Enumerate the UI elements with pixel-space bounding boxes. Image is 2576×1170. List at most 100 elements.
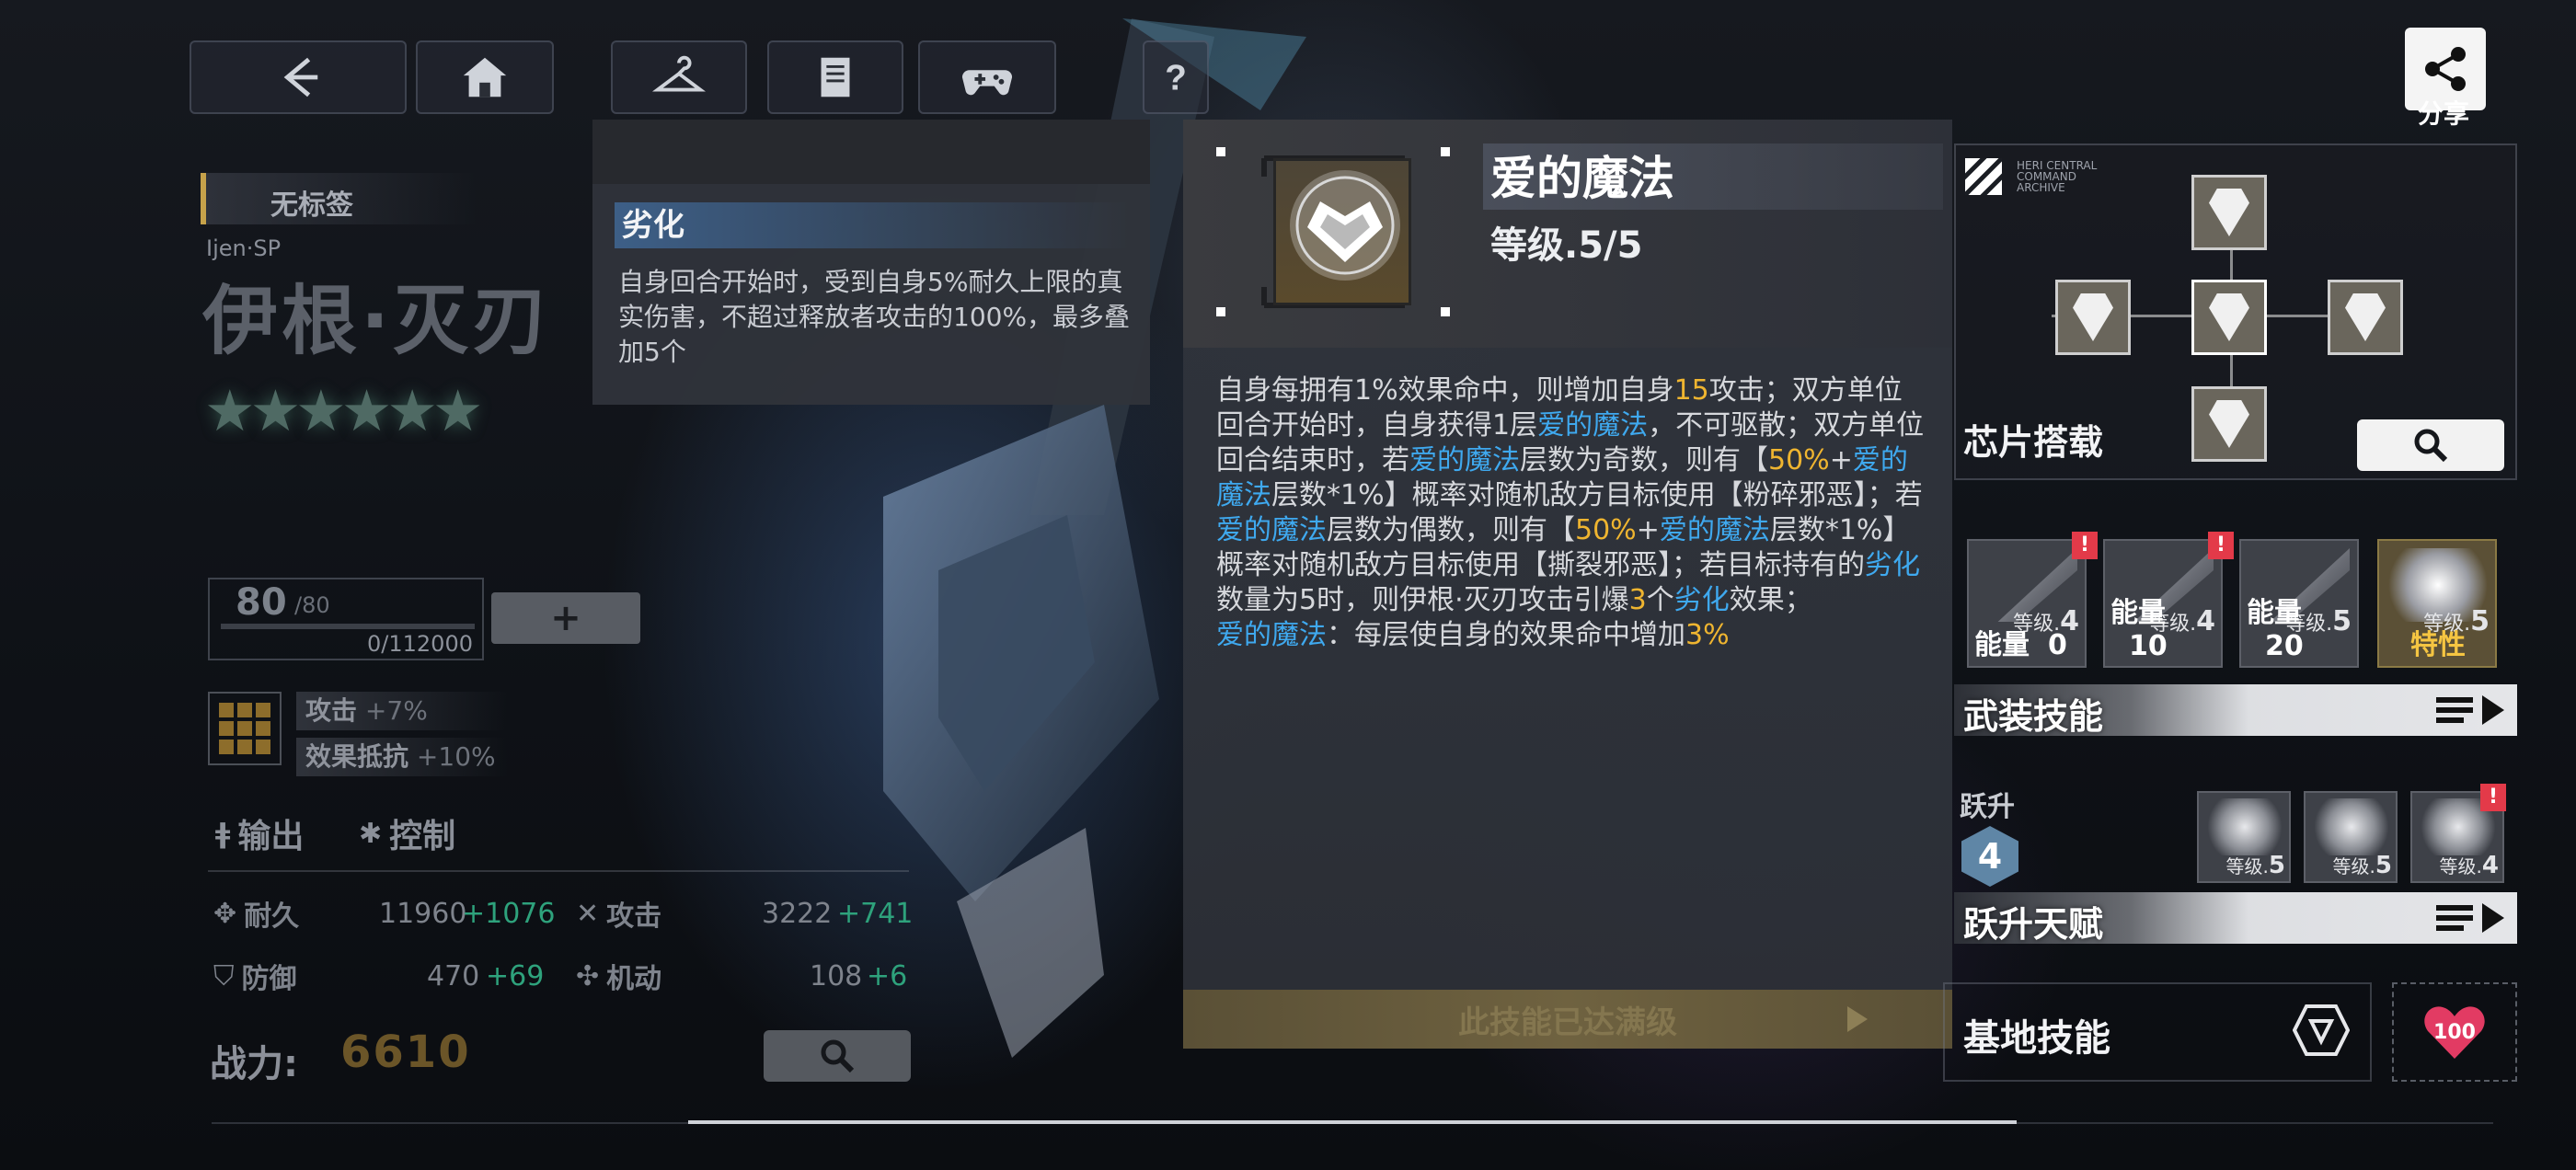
tooltip-title: 劣化 xyxy=(615,202,1130,248)
hexagon-icon[interactable] xyxy=(2293,1004,2350,1056)
ascension-label: 跃升 xyxy=(1960,791,2015,823)
alert-badge: ! xyxy=(2208,532,2234,559)
keyword-highlight[interactable]: 爱的魔法 xyxy=(1216,619,1327,651)
question-icon: ? xyxy=(1165,59,1187,98)
heart-icon: 100 xyxy=(2424,1005,2485,1059)
back-arrow-icon xyxy=(283,57,318,98)
chip-slot-bottom[interactable] xyxy=(2191,386,2267,462)
magnifier-icon xyxy=(2414,429,2448,463)
skill-card-energy: 能量 0 xyxy=(1974,629,2067,661)
desc-text: 层数*1%】概率对随机敌方目标使用【粉碎邪恶】；若 xyxy=(1271,479,1923,511)
chip-slot-left[interactable] xyxy=(2055,280,2131,355)
skill-description: 自身每拥有1%效果命中，则增加自身15攻击；双方单位回合开始时，自身获得1层爱的… xyxy=(1216,373,1926,653)
chip-zoom-button[interactable] xyxy=(2357,419,2504,471)
stat-mobility: ✣ 机动 108 +6 xyxy=(576,953,911,999)
home-button[interactable] xyxy=(416,40,554,114)
trait-card[interactable]: 等级.5 特性 xyxy=(2377,539,2497,668)
tooltip-text: 自身回合开始时，受到自身5%耐久上限的真实伤害，不超过释放者攻击的100%，最多… xyxy=(618,267,1131,367)
archive-button[interactable] xyxy=(767,40,903,114)
detail-zoom-button[interactable] xyxy=(764,1030,911,1082)
tag-row[interactable]: 无标签 xyxy=(201,173,477,224)
mob-add: +6 xyxy=(867,959,908,992)
level-up-button[interactable]: + xyxy=(491,592,640,644)
chip-slot-right[interactable] xyxy=(2328,280,2403,355)
pin-icon: ǂ xyxy=(215,817,231,850)
skill-card-3[interactable]: 等级.5 能量20 xyxy=(2239,539,2359,668)
stripe-icon xyxy=(1965,158,2002,195)
svg-text:?: ? xyxy=(1165,59,1187,98)
desc-text: 层数为偶数，则有【 xyxy=(1327,514,1575,546)
shield-icon xyxy=(2209,400,2249,448)
ascension-card-2[interactable]: 等级.5 xyxy=(2304,791,2398,883)
character-code: Ijen·SP xyxy=(206,235,282,261)
magnifier-icon xyxy=(821,1039,855,1073)
armed-skills-bar[interactable]: 武装技能 xyxy=(1954,684,2517,737)
atk-value: 3222 xyxy=(762,897,833,930)
desc-text: 数量为5时，则伊根·灭刃攻击引爆 xyxy=(1216,584,1629,616)
desc-text: ：每层使自身的效果命中增加 xyxy=(1327,619,1685,651)
mob-value: 108 xyxy=(810,959,863,992)
number-highlight: 3% xyxy=(1685,619,1730,651)
debuff-tooltip: 劣化 自身回合开始时，受到自身5%耐久上限的真实伤害，不超过释放者攻击的100%… xyxy=(592,120,1150,405)
bottom-scroll-thumb[interactable] xyxy=(688,1120,2017,1124)
keyword-highlight[interactable]: 爱的魔法 xyxy=(1537,409,1648,442)
chip-slot-top[interactable] xyxy=(2191,175,2267,250)
hp-icon: ✥ xyxy=(213,897,237,930)
skill-card-energy: 能量20 xyxy=(2247,597,2304,662)
back-button[interactable] xyxy=(190,40,407,114)
affection-box[interactable]: 100 xyxy=(2392,982,2517,1082)
heart-shield-icon xyxy=(1290,170,1400,281)
ascension-talent-bar[interactable]: 跃升天赋 xyxy=(1954,892,2517,945)
role-control: ✱ 控制 xyxy=(359,809,455,857)
home-icon xyxy=(463,57,507,98)
grid-icon xyxy=(208,692,282,765)
max-level-label: 此技能已达满级 xyxy=(1458,1004,1677,1041)
ascension-level: 4 xyxy=(1961,826,2018,887)
bonus-resist-label: 效果抵抗 xyxy=(305,741,409,772)
ascension-card-level: 等级.5 xyxy=(2225,852,2285,879)
def-value: 470 xyxy=(427,959,480,992)
play-arrow-icon xyxy=(1847,1006,1868,1032)
stat-def: ⛉ 防御 470 +69 xyxy=(213,953,544,999)
share-label: 分享 xyxy=(2418,98,2470,129)
list-arrow-icon xyxy=(2436,695,2504,725)
atk-label: 攻击 xyxy=(606,900,662,933)
share-icon xyxy=(2425,47,2466,91)
trait-label: 特性 xyxy=(2410,629,2466,661)
character-name: 伊根·灭刃 xyxy=(202,278,552,365)
role-output: ǂ 输出 xyxy=(215,809,304,857)
keyword-highlight[interactable]: 爱的魔法 xyxy=(1660,514,1770,546)
skill-card-1[interactable]: 等级.4 能量 0 ! xyxy=(1967,532,2098,668)
game-button[interactable] xyxy=(918,40,1056,114)
wardrobe-button[interactable] xyxy=(611,40,747,114)
skill-card-2[interactable]: 等级.4 能量10 ! xyxy=(2103,532,2234,668)
hp-value: 11960 xyxy=(379,897,467,930)
role-output-label: 输出 xyxy=(237,818,305,855)
number-highlight: 50% xyxy=(1768,444,1830,476)
max-level-button[interactable]: 此技能已达满级 xyxy=(1183,990,1952,1049)
desc-text: + xyxy=(1636,514,1660,546)
shield-icon xyxy=(2209,189,2249,236)
exp-bar xyxy=(221,624,475,629)
keyword-highlight[interactable]: 劣化 xyxy=(1865,549,1920,581)
hp-label: 耐久 xyxy=(244,900,300,933)
desc-text: 层数为奇数，则有【 xyxy=(1520,444,1768,476)
book-icon xyxy=(821,57,850,98)
def-label: 防御 xyxy=(241,963,297,995)
chip-slot-center[interactable] xyxy=(2191,280,2267,355)
level-value: 80 xyxy=(236,581,287,624)
chip-label: 芯片搭载 xyxy=(1963,422,2104,463)
ascension-card-1[interactable]: 等级.5 xyxy=(2197,791,2291,883)
hanger-icon xyxy=(652,55,706,92)
armed-skills-label: 武装技能 xyxy=(1963,696,2104,737)
skill-card-energy: 能量10 xyxy=(2110,597,2168,662)
archive-text: HERI CENTRAL COMMAND ARCHIVE xyxy=(2017,159,2098,194)
help-button[interactable]: ? xyxy=(1143,40,1209,114)
ascension-card-3[interactable]: 等级.4 ! xyxy=(2410,784,2506,883)
star-rating: ★★★★★★ xyxy=(204,377,483,444)
bonus-resist: 效果抵抗 +10% xyxy=(296,738,508,776)
keyword-highlight[interactable]: 爱的魔法 xyxy=(1409,444,1520,476)
keyword-highlight[interactable]: 劣化 xyxy=(1674,584,1730,616)
stat-atk: ✕ 攻击 3222 +741 xyxy=(576,890,913,936)
keyword-highlight[interactable]: 爱的魔法 xyxy=(1216,514,1327,546)
